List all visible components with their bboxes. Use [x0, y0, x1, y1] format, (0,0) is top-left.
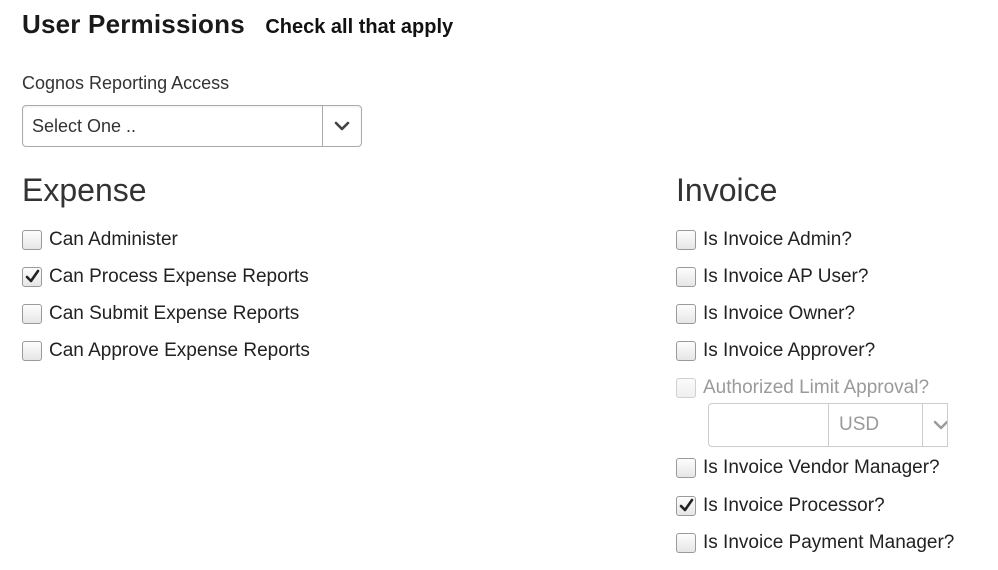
currency-dropdown-toggle[interactable] [922, 404, 947, 446]
checkbox[interactable] [676, 533, 696, 553]
checkbox-label: Can Approve Expense Reports [49, 340, 310, 361]
checkmark-icon [679, 498, 694, 512]
page-title: User Permissions [22, 9, 245, 39]
chevron-down-icon [933, 420, 947, 430]
page-subtitle: Check all that apply [265, 16, 454, 38]
cognos-access-select[interactable]: Select One .. [22, 105, 362, 147]
expense-can-administer[interactable]: Can Administer [22, 228, 178, 252]
checkbox-disabled [676, 378, 696, 398]
checkbox-label: Can Administer [49, 229, 178, 250]
invoice-is-payment-manager[interactable]: Is Invoice Payment Manager? [676, 531, 954, 555]
checkbox-label: Can Process Expense Reports [49, 266, 309, 287]
cognos-access-label: Cognos Reporting Access [22, 73, 230, 93]
checkbox-label: Is Invoice Payment Manager? [703, 532, 955, 553]
currency-select[interactable]: USD [828, 403, 948, 447]
checkbox[interactable] [676, 341, 696, 361]
invoice-is-processor[interactable]: Is Invoice Processor? [676, 494, 885, 518]
chevron-down-icon [334, 121, 350, 131]
checkbox-label: Is Invoice Approver? [703, 340, 876, 361]
checkbox-label: Is Invoice AP User? [703, 266, 869, 287]
checkbox[interactable] [676, 304, 696, 324]
authorized-limit-amount-input[interactable] [708, 403, 828, 447]
checkbox[interactable] [676, 458, 696, 478]
checkbox[interactable] [22, 267, 42, 287]
invoice-section-title: Invoice [676, 172, 778, 208]
invoice-is-admin[interactable]: Is Invoice Admin? [676, 228, 852, 252]
expense-can-approve-reports[interactable]: Can Approve Expense Reports [22, 339, 310, 363]
cognos-access-value: Select One .. [32, 115, 137, 136]
invoice-is-owner[interactable]: Is Invoice Owner? [676, 302, 855, 326]
invoice-is-vendor-manager[interactable]: Is Invoice Vendor Manager? [676, 456, 940, 480]
authorized-limit-group: USD [708, 403, 948, 447]
checkmark-icon [25, 269, 40, 283]
checkbox-label: Is Invoice Processor? [703, 495, 885, 516]
checkbox[interactable] [22, 230, 42, 250]
currency-value: USD [839, 414, 880, 435]
page-header: User Permissions Check all that apply [22, 9, 453, 40]
expense-section-title: Expense [22, 172, 147, 208]
checkbox[interactable] [22, 304, 42, 324]
checkbox[interactable] [676, 267, 696, 287]
cognos-dropdown-toggle[interactable] [322, 106, 361, 146]
invoice-authorized-limit-approval: Authorized Limit Approval? [676, 376, 929, 400]
expense-can-process-reports[interactable]: Can Process Expense Reports [22, 265, 309, 289]
checkbox-label: Is Invoice Admin? [703, 229, 852, 250]
checkbox[interactable] [676, 496, 696, 516]
checkbox-label: Can Submit Expense Reports [49, 303, 300, 324]
checkbox-label: Is Invoice Owner? [703, 303, 856, 324]
checkbox[interactable] [676, 230, 696, 250]
checkbox-label: Authorized Limit Approval? [703, 377, 930, 398]
checkbox-label: Is Invoice Vendor Manager? [703, 457, 940, 478]
checkbox[interactable] [22, 341, 42, 361]
expense-can-submit-reports[interactable]: Can Submit Expense Reports [22, 302, 299, 326]
invoice-is-ap-user[interactable]: Is Invoice AP User? [676, 265, 868, 289]
invoice-is-approver[interactable]: Is Invoice Approver? [676, 339, 875, 363]
